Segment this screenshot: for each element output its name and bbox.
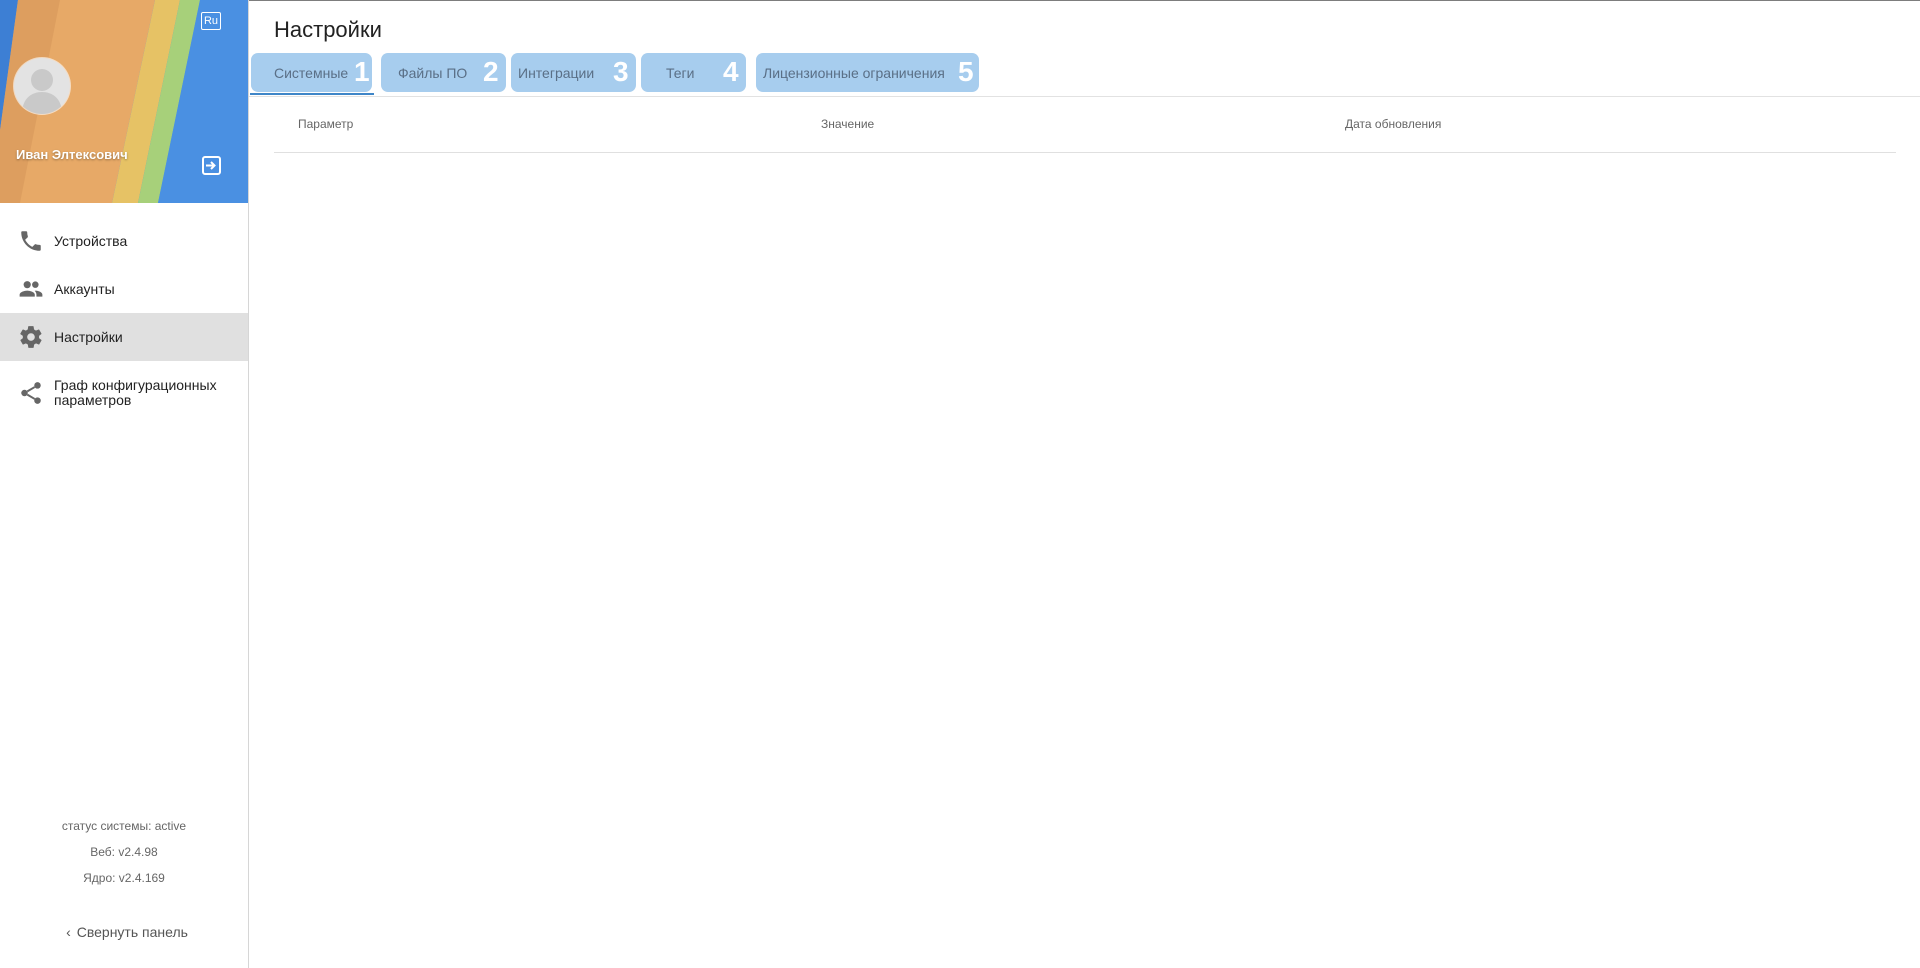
people-icon	[19, 281, 43, 297]
sidebar-item-label: Настройки	[54, 328, 123, 345]
user-name: Иван Элтексович	[16, 147, 128, 162]
settings-table-header: Параметр Значение Дата обновления	[274, 106, 1896, 153]
sidebar: Иван Элтексович Ru Устройства Аккаунты Н…	[0, 0, 249, 968]
logout-button[interactable]	[200, 154, 224, 178]
tab-label: Системные	[274, 64, 349, 81]
sidebar-nav: Устройства Аккаунты Настройки Граф конфи…	[0, 217, 248, 425]
tab-tags[interactable]: Теги 4	[641, 53, 746, 92]
tab-number-badge: 4	[723, 56, 739, 87]
tab-number-badge: 2	[483, 56, 499, 87]
tab-label: Теги	[666, 64, 695, 81]
avatar-person-icon	[22, 69, 62, 114]
collapse-panel-label: Свернуть панель	[76, 924, 188, 940]
sidebar-item-devices[interactable]: Устройства	[0, 217, 248, 265]
system-status: статус системы: active Веб: v2.4.98 Ядро…	[0, 813, 248, 891]
sidebar-item-config-graph[interactable]: Граф конфигурационных параметров	[0, 361, 248, 425]
tab-software-files[interactable]: Файлы ПО 2	[381, 53, 506, 92]
avatar[interactable]	[14, 58, 70, 114]
sidebar-item-label: Граф конфигурационных параметров	[54, 377, 217, 408]
system-status-text: статус системы: active	[61, 819, 187, 833]
column-header-value[interactable]: Значение	[821, 117, 874, 131]
gear-icon	[20, 326, 42, 348]
logout-icon	[202, 156, 221, 175]
sidebar-item-settings[interactable]: Настройки	[0, 313, 248, 361]
column-header-parameter[interactable]: Параметр	[298, 117, 353, 131]
column-header-updated-date[interactable]: Дата обновления	[1345, 117, 1441, 131]
tab-number-badge: 3	[613, 56, 629, 87]
tab-number-badge: 5	[958, 56, 974, 87]
tab-label: Файлы ПО	[398, 64, 468, 81]
main-content: Настройки Системные 1 Файлы ПО 2 Интегра…	[249, 0, 1920, 968]
sidebar-item-label: Аккаунты	[54, 280, 115, 297]
tab-number-badge: 1	[354, 56, 370, 87]
profile-header: Иван Элтексович Ru	[0, 0, 248, 203]
sidebar-item-label: Устройства	[54, 232, 128, 249]
tab-label: Интеграции	[518, 64, 595, 81]
language-button[interactable]: Ru	[201, 12, 221, 30]
share-icon	[21, 382, 41, 404]
settings-tabs: Системные 1 Файлы ПО 2 Интеграции 3 Теги…	[249, 53, 1920, 97]
active-tab-indicator	[250, 93, 374, 95]
chevron-left-icon: ‹	[66, 924, 71, 940]
tab-integrations[interactable]: Интеграции 3	[511, 53, 636, 92]
page-title: Настройки	[274, 17, 382, 42]
core-version: Ядро: v2.4.169	[83, 871, 165, 885]
web-version: Веб: v2.4.98	[90, 845, 158, 859]
tab-label: Лицензионные ограничения	[763, 64, 945, 81]
phone-icon	[21, 231, 41, 251]
tab-system[interactable]: Системные 1	[251, 53, 372, 92]
tab-license-limits[interactable]: Лицензионные ограничения 5	[756, 53, 979, 92]
collapse-panel-button[interactable]: ‹ Свернуть панель	[0, 924, 254, 940]
sidebar-item-accounts[interactable]: Аккаунты	[0, 265, 248, 313]
app-window: Иван Элтексович Ru Устройства Аккаунты Н…	[0, 0, 1920, 968]
